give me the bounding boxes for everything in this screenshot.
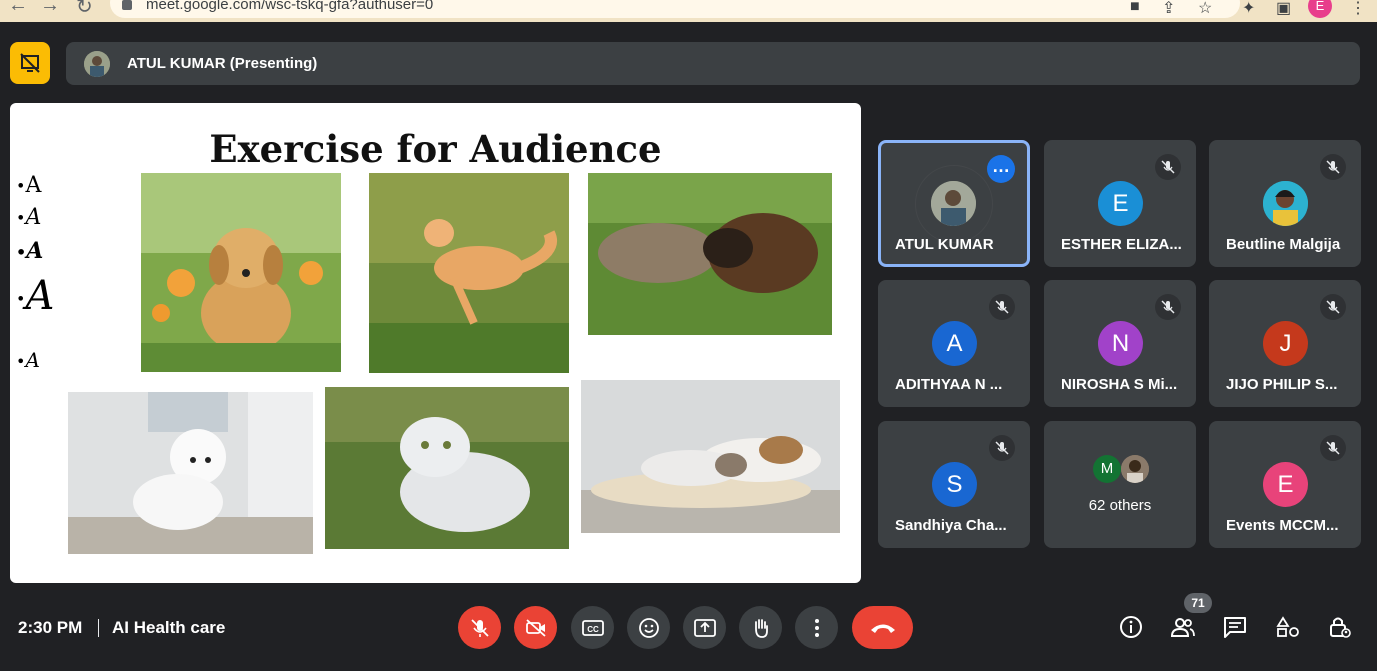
captions-button[interactable]: CC [571,606,614,649]
white-cat-photo [325,387,569,549]
people-button[interactable] [1168,612,1198,642]
participant-avatar [1121,455,1149,483]
participant-tile[interactable]: E Events MCCM... [1209,421,1361,548]
participant-tile[interactable]: … ATUL KUMAR [878,140,1030,267]
participant-name: Events MCCM... [1226,517,1339,534]
meeting-clock: 2:30 PM [18,618,83,637]
bullet-item: •A [16,238,44,264]
forward-icon[interactable]: → [40,0,60,17]
hand-icon [754,618,768,638]
participant-avatar: J [1263,321,1308,366]
jumping-cat-photo [369,173,569,373]
mic-off-icon [1320,294,1346,320]
participant-avatar: S [932,462,977,507]
participant-avatar: A [932,321,977,366]
bullet-item: •A [16,273,55,319]
lock-icon [122,0,132,10]
participant-tile[interactable]: N NIROSHA S Mi... [1044,280,1196,407]
present-screen-icon [693,618,716,637]
participant-avatar: N [1098,321,1143,366]
participant-avatar [1263,181,1308,226]
stop-present-icon [20,53,40,73]
more-vert-icon [814,618,819,637]
shared-slide: Exercise for Audience •A •A •A •A •A [10,103,861,583]
presenter-avatar [84,51,110,77]
call-end-icon [870,624,895,633]
back-icon[interactable]: ← [8,0,28,17]
bullet-item: •A [16,205,42,230]
chat-button[interactable] [1220,612,1250,642]
more-options-button[interactable] [795,606,838,649]
bullet-item: •A [16,348,40,372]
leave-call-button[interactable] [852,606,913,649]
side-panel-icon[interactable]: ▣ [1276,0,1291,18]
participant-tile[interactable]: A ADITHYAA N ... [878,280,1030,407]
participant-avatar: E [1098,181,1143,226]
camera-off-icon [525,618,546,637]
presentation-layout-button[interactable] [10,42,50,84]
participant-name: Sandhiya Cha... [895,517,1007,534]
profile-avatar[interactable]: E [1308,0,1332,18]
microphone-toggle-button[interactable] [458,606,501,649]
participant-name: Beutline Malgija [1226,236,1341,253]
participant-tile[interactable]: Beutline Malgija [1209,140,1361,267]
mic-off-icon [470,618,489,637]
shapes-icon [1276,616,1299,637]
mic-off-icon [1155,154,1181,180]
info-icon [1120,616,1142,638]
reactions-button[interactable] [627,606,670,649]
participant-name: ATUL KUMAR [895,236,994,253]
participant-name: NIROSHA S Mi... [1061,376,1178,393]
svg-text:CC: CC [587,625,599,634]
participant-name: JIJO PHILIP S... [1226,376,1338,393]
lock-person-icon [1330,617,1351,638]
participant-avatar: M [1093,455,1121,483]
address-bar[interactable]: meet.google.com/wsc-tskq-gfa?authuser=0 [110,0,1240,18]
people-icon [1170,618,1195,637]
more-options-button[interactable]: … [987,155,1015,183]
divider [98,619,99,637]
extensions-icon[interactable]: ✦ [1242,0,1255,18]
sleeping-pets-photo [581,380,840,533]
camera-blocked-icon[interactable]: ■ [1130,0,1140,16]
participant-name: ESTHER ELIZA... [1061,236,1182,253]
emoji-icon [638,617,659,638]
present-now-button[interactable] [683,606,726,649]
mic-off-icon [1320,435,1346,461]
participant-avatar [931,181,976,226]
bookmark-star-icon[interactable]: ☆ [1198,0,1212,18]
presenter-banner: ATUL KUMAR (Presenting) [66,42,1360,85]
bullet-item: •A [16,173,42,198]
url-text: meet.google.com/wsc-tskq-gfa?authuser=0 [146,0,434,13]
menu-kebab-icon[interactable]: ⋮ [1350,0,1366,18]
white-poodle-photo [68,392,313,554]
meeting-details-button[interactable] [1116,612,1146,642]
others-count: 62 others [1088,497,1152,514]
participant-tile[interactable]: S Sandhiya Cha... [878,421,1030,548]
mic-off-icon [989,435,1015,461]
raise-hand-button[interactable] [739,606,782,649]
meeting-title: AI Health care [112,618,226,637]
activities-button[interactable] [1273,612,1303,642]
participant-tile[interactable]: E ESTHER ELIZA... [1044,140,1196,267]
mic-off-icon [1155,294,1181,320]
others-tile[interactable]: M 62 others [1044,421,1196,548]
browser-toolbar: ← → ↻ meet.google.com/wsc-tskq-gfa?authu… [0,0,1377,22]
puppy-photo [141,173,341,372]
participant-name: ADITHYAA N ... [895,376,1003,393]
dog-and-cat-playing-photo [588,173,832,335]
closed-captions-icon: CC [581,619,604,636]
participant-avatar: E [1263,462,1308,507]
share-icon[interactable]: ⇪ [1162,0,1175,18]
camera-toggle-button[interactable] [514,606,557,649]
chat-icon [1224,617,1246,638]
mic-off-icon [989,294,1015,320]
people-count-badge: 71 [1184,593,1212,613]
reload-icon[interactable]: ↻ [76,0,93,19]
host-controls-button[interactable] [1325,612,1355,642]
presenter-name: ATUL KUMAR (Presenting) [127,55,318,72]
mic-off-icon [1320,154,1346,180]
slide-title: Exercise for Audience [209,127,662,171]
participant-tile[interactable]: J JIJO PHILIP S... [1209,280,1361,407]
